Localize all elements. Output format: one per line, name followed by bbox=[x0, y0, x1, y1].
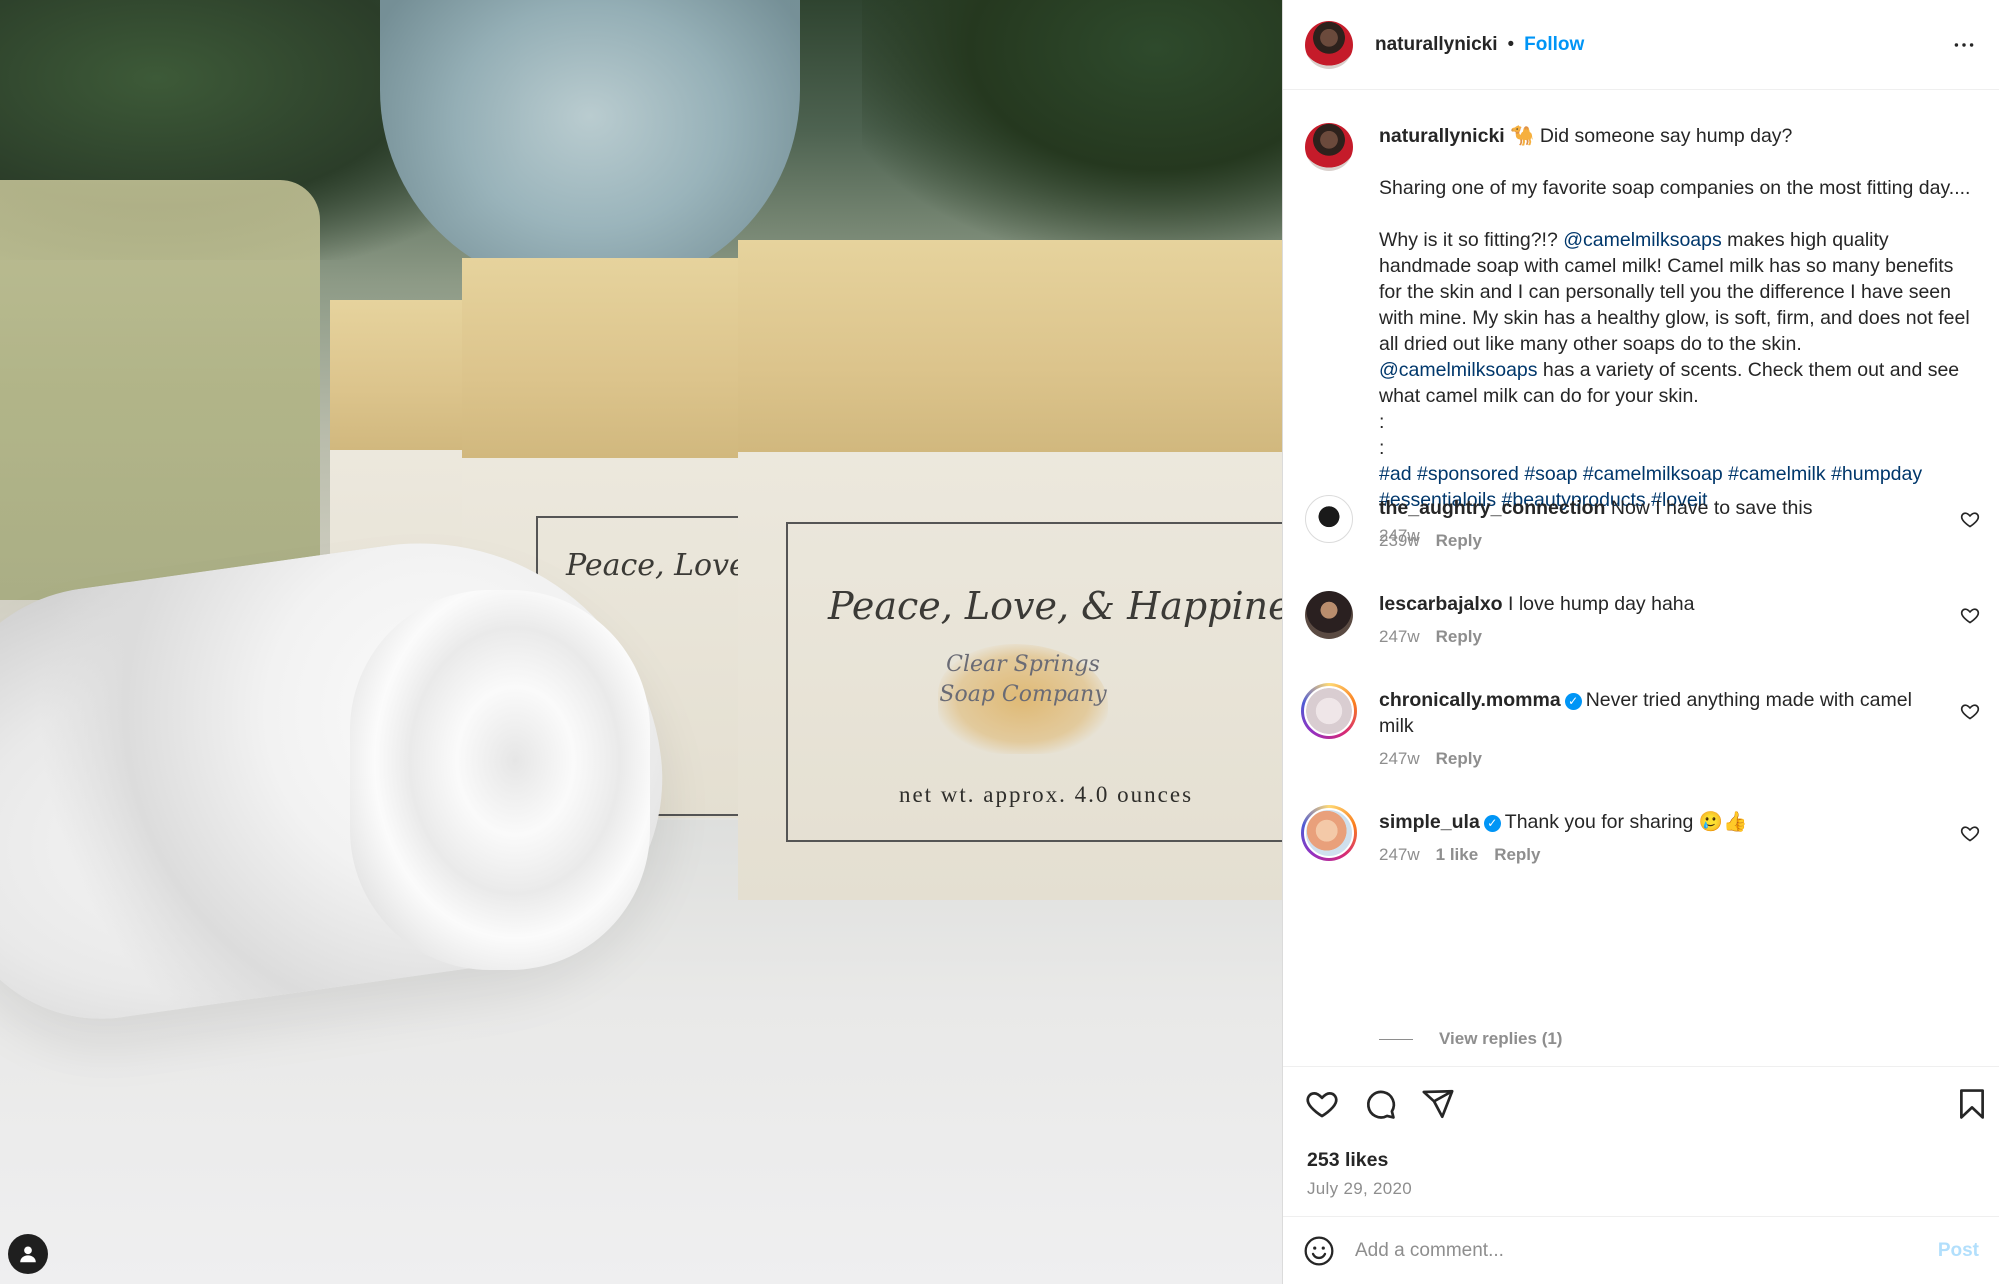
caption-colon: : bbox=[1379, 437, 1385, 459]
reply-button[interactable]: Reply bbox=[1436, 531, 1482, 550]
author-username[interactable]: naturallynicki bbox=[1375, 34, 1498, 56]
comment-timestamp[interactable]: 247w bbox=[1379, 749, 1420, 768]
caption-line1: 🐪 Did someone say hump day? bbox=[1510, 125, 1793, 147]
caption-username[interactable]: naturallynicki bbox=[1379, 125, 1505, 147]
mention-link[interactable]: @camelmilksoaps bbox=[1379, 359, 1538, 381]
comment-input[interactable] bbox=[1355, 1239, 1928, 1262]
follow-button[interactable]: Follow bbox=[1524, 34, 1584, 56]
soap-label-title: Peace, Love, bbox=[566, 548, 757, 583]
comment-text: I love hump day haha bbox=[1508, 593, 1695, 615]
caption-avatar[interactable] bbox=[1305, 123, 1353, 171]
comment-like-icon[interactable] bbox=[1960, 823, 1980, 843]
author-avatar[interactable] bbox=[1305, 20, 1353, 69]
reply-button[interactable]: Reply bbox=[1436, 627, 1482, 646]
comment-text: Thank you for sharing 🥲👍 bbox=[1504, 811, 1748, 833]
background-plant-right bbox=[862, 0, 1282, 240]
comment-avatar[interactable] bbox=[1305, 591, 1353, 639]
comment-username[interactable]: lescarbajalxo bbox=[1379, 593, 1503, 615]
comment-icon[interactable] bbox=[1363, 1087, 1397, 1121]
post-date[interactable]: July 29, 2020 bbox=[1307, 1179, 1412, 1199]
save-icon[interactable] bbox=[1955, 1087, 1989, 1121]
soap-brand: Clear Springs Soap Company bbox=[918, 650, 1128, 710]
reply-button[interactable]: Reply bbox=[1436, 749, 1482, 768]
comment-avatar[interactable] bbox=[1301, 683, 1357, 739]
reply-button[interactable]: Reply bbox=[1494, 845, 1540, 864]
comments-section[interactable]: naturallynicki 🐪 Did someone say hump da… bbox=[1283, 91, 1999, 1066]
hashtag-link[interactable]: #ad bbox=[1379, 463, 1412, 485]
comment-username[interactable]: chronically.momma bbox=[1379, 689, 1561, 711]
comment-username[interactable]: simple_ula bbox=[1379, 811, 1480, 833]
mention-link[interactable]: @camelmilksoaps bbox=[1563, 229, 1722, 251]
comment-like-icon[interactable] bbox=[1960, 509, 1980, 529]
comment-timestamp[interactable]: 239w bbox=[1379, 531, 1420, 550]
separator-dot: • bbox=[1507, 33, 1515, 55]
comment-avatar[interactable] bbox=[1301, 805, 1357, 861]
post-panel: naturallynicki • Follow naturallynicki 🐪… bbox=[1282, 0, 1999, 1284]
comment-timestamp[interactable]: 247w bbox=[1379, 627, 1420, 646]
verified-badge-icon: ✓ bbox=[1483, 815, 1501, 832]
towel-roll bbox=[350, 590, 650, 970]
user-tag-icon[interactable] bbox=[8, 1234, 48, 1274]
view-replies-button[interactable]: View replies (1) bbox=[1379, 1029, 1562, 1049]
post-caption: naturallynicki 🐪 Did someone say hump da… bbox=[1305, 123, 1980, 549]
emoji-icon[interactable] bbox=[1303, 1235, 1335, 1267]
comment-timestamp[interactable]: 247w bbox=[1379, 845, 1420, 864]
view-replies-label: View replies (1) bbox=[1439, 1029, 1563, 1048]
caption-text: Why is it so fitting?!? bbox=[1379, 229, 1564, 251]
soap-label-title: Peace, Love, & Happiness bbox=[828, 584, 1282, 628]
post-button[interactable]: Post bbox=[1938, 1240, 1979, 1262]
comment-item: lescarbajalxo I love hump day haha 247w R… bbox=[1305, 591, 1980, 647]
comment-text: Now I have to save this bbox=[1610, 497, 1813, 519]
hashtag-link[interactable]: #sponsored bbox=[1417, 463, 1519, 485]
more-icon[interactable] bbox=[1949, 30, 1979, 60]
post-header: naturallynicki • Follow bbox=[1283, 0, 1999, 90]
soap-net-weight: net wt. approx. 4.0 ounces bbox=[898, 782, 1194, 807]
comment-avatar[interactable] bbox=[1305, 495, 1353, 543]
likes-count[interactable]: 253 likes bbox=[1307, 1149, 1388, 1172]
soap-brand-line2: Soap Company bbox=[939, 682, 1107, 707]
comment-item: the_aughtry_connection Now I have to sav… bbox=[1305, 495, 1980, 551]
soap-bar-front: Peace, Love, & Happiness Clear Springs S… bbox=[738, 240, 1282, 900]
verified-badge-icon: ✓ bbox=[1564, 693, 1582, 710]
hashtag-link[interactable]: #humpday bbox=[1831, 463, 1922, 485]
hashtag-link[interactable]: #camelmilk bbox=[1728, 463, 1826, 485]
comment-like-icon[interactable] bbox=[1960, 701, 1980, 721]
comment-like-icon[interactable] bbox=[1960, 605, 1980, 625]
add-comment-bar: Post bbox=[1283, 1216, 1999, 1284]
hashtag-link[interactable]: #camelmilksoap bbox=[1583, 463, 1723, 485]
action-bar: 253 likes July 29, 2020 bbox=[1283, 1066, 1999, 1216]
comment-item: simple_ula ✓ Thank you for sharing 🥲👍 247w… bbox=[1301, 805, 1980, 865]
replies-divider bbox=[1379, 1038, 1413, 1040]
soap-label: Peace, Love, & Happiness Clear Springs S… bbox=[786, 522, 1282, 842]
heart-icon[interactable] bbox=[1305, 1087, 1339, 1121]
comment-like-count[interactable]: 1 like bbox=[1436, 845, 1479, 864]
caption-paragraph: Sharing one of my favorite soap companie… bbox=[1379, 177, 1971, 199]
background-candle bbox=[0, 180, 320, 600]
hashtag-link[interactable]: #soap bbox=[1524, 463, 1577, 485]
soap-brand-line1: Clear Springs bbox=[946, 652, 1100, 677]
post-media[interactable]: Peace, Love, Peace, Love, & Happiness Cl… bbox=[0, 0, 1282, 1284]
share-icon[interactable] bbox=[1421, 1087, 1455, 1121]
comment-username[interactable]: the_aughtry_connection bbox=[1379, 497, 1605, 519]
comment-item: chronically.momma ✓ Never tried anything m… bbox=[1301, 683, 1980, 769]
caption-colon: : bbox=[1379, 411, 1385, 433]
